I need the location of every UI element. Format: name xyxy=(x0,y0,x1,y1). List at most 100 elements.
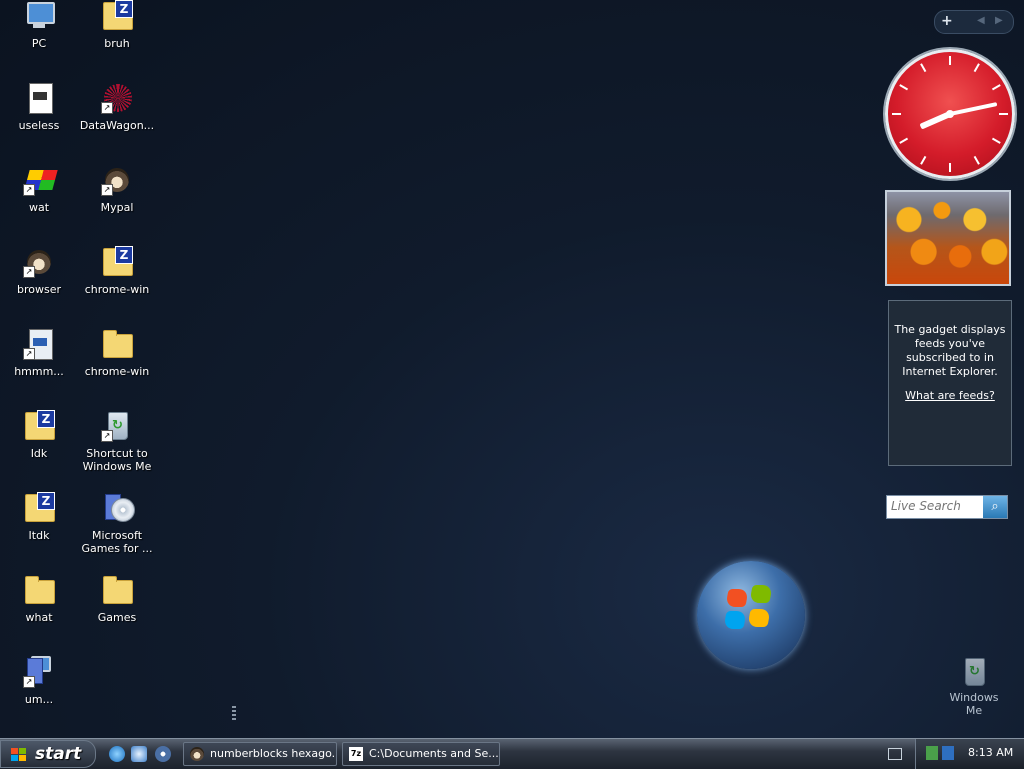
wat-icon: ↗ xyxy=(23,164,58,196)
windows-logo xyxy=(697,561,805,669)
icon-label: chrome-win xyxy=(84,365,150,378)
taskbar-item-7zip[interactable]: 7z C:\Documents and Se... xyxy=(342,742,500,766)
icon-label: useless xyxy=(18,119,60,132)
clock-tick xyxy=(892,113,901,115)
icon-label: um... xyxy=(24,693,54,706)
feeds-message: The gadget displays feeds you've subscri… xyxy=(894,323,1006,378)
clock-tick xyxy=(920,155,927,165)
icon-label: DataWagon... xyxy=(79,119,155,132)
next-gadget-button[interactable]: ▶ xyxy=(995,15,1003,26)
icon-label: Shortcut to Windows Me xyxy=(82,447,152,473)
icon-label: browser xyxy=(16,283,61,296)
desktop-icon-useless[interactable]: useless xyxy=(0,82,78,158)
live-search-input[interactable] xyxy=(889,498,985,514)
icon-label: Microsoft Games for ... xyxy=(81,529,153,555)
desktop-icon-what[interactable]: what xyxy=(0,574,78,650)
live-search-gadget: ⌕ xyxy=(886,495,1008,519)
keyboard-icon[interactable] xyxy=(888,748,902,760)
zip-folder-icon: Z xyxy=(101,0,133,32)
icon-label: chrome-win xyxy=(84,283,150,296)
document-icon xyxy=(23,82,55,114)
datawagon-icon: ↗ xyxy=(101,82,133,114)
icon-label: Windows Me xyxy=(949,691,999,717)
clock-tick xyxy=(949,56,951,65)
slideshow-gadget[interactable] xyxy=(885,190,1011,286)
taskbar: start numberblocks hexago... 7z C:\Docum… xyxy=(0,738,1024,769)
network-icon[interactable] xyxy=(926,746,938,760)
clock-minute-hand xyxy=(949,102,998,116)
what-are-feeds-link[interactable]: What are feeds? xyxy=(889,389,1011,402)
desktop-icon-datawagon[interactable]: ↗ DataWagon... xyxy=(78,82,156,158)
raccoon-browser-icon xyxy=(190,747,204,761)
email-icon[interactable] xyxy=(131,746,147,762)
internet-explorer-icon[interactable] xyxy=(109,746,125,762)
desktop-icon-mypal[interactable]: ↗ Mypal xyxy=(78,164,156,240)
icon-label: Idk xyxy=(30,447,48,460)
desktop-icon-idk[interactable]: Z Idk xyxy=(0,410,78,486)
desktop-icon-bruh[interactable]: Z bruh xyxy=(78,0,156,76)
zip-folder-icon: Z xyxy=(101,246,133,278)
desktop-icon-games[interactable]: Games xyxy=(78,574,156,650)
clock-center xyxy=(946,110,954,118)
desktop-icon-microsoft-games[interactable]: Microsoft Games for ... xyxy=(78,492,156,568)
clock-tick xyxy=(949,163,951,172)
folder-icon xyxy=(101,574,133,606)
icon-label: PC xyxy=(31,37,47,50)
program-icon: ↗ xyxy=(23,328,55,360)
add-gadget-button[interactable]: + xyxy=(941,13,953,29)
windows-flag-icon xyxy=(11,748,27,762)
recycle-bin-icon: ↗ xyxy=(101,410,133,442)
desktop-icon-itdk[interactable]: Z Itdk xyxy=(0,492,78,568)
zip-folder-icon: Z xyxy=(23,410,55,442)
desktop-icon-browser[interactable]: ↗ browser xyxy=(0,246,78,322)
clock-gadget[interactable] xyxy=(885,49,1015,179)
search-icon[interactable]: ⌕ xyxy=(983,496,1007,518)
feed-headlines-gadget: The gadget displays feeds you've subscri… xyxy=(888,300,1012,466)
clock-tick xyxy=(991,84,1001,91)
clock-tick xyxy=(973,63,980,73)
start-button[interactable]: start xyxy=(0,740,96,768)
clock-tick xyxy=(999,113,1008,115)
system-tray: 8:13 AM xyxy=(915,739,1024,769)
icon-label: what xyxy=(25,611,53,624)
games-cd-icon xyxy=(101,492,135,524)
icon-label: hmmm... xyxy=(14,365,64,378)
desktop-icon-pc[interactable]: PC xyxy=(0,0,78,76)
icon-label: Itdk xyxy=(28,529,50,542)
clock-tick xyxy=(920,63,927,73)
prev-gadget-button[interactable]: ◀ xyxy=(977,15,985,26)
drag-handle[interactable] xyxy=(232,706,236,720)
media-player-icon[interactable] xyxy=(155,746,171,762)
desktop-icon-hmmm[interactable]: ↗ hmmm... xyxy=(0,328,78,404)
desktop-icon-chrome-win-folder[interactable]: chrome-win xyxy=(78,328,156,404)
desktop[interactable]: PC useless ↗ wat ↗ browser ↗ hmmm... Z I… xyxy=(0,0,1024,738)
desktop-icon-um[interactable]: ↗ um... xyxy=(0,656,78,732)
clock-time[interactable]: 8:13 AM xyxy=(968,746,1013,759)
recycle-bin-icon xyxy=(958,656,990,688)
7zip-icon: 7z xyxy=(349,747,363,761)
tray-app-icon[interactable] xyxy=(942,746,954,760)
clock-tick xyxy=(973,155,980,165)
taskbar-item-numberblocks[interactable]: numberblocks hexago... xyxy=(183,742,337,766)
icon-label: wat xyxy=(28,201,50,214)
start-label: start xyxy=(35,744,82,764)
icon-label: Games xyxy=(97,611,137,624)
clock-tick xyxy=(899,84,909,91)
icon-label: Mypal xyxy=(100,201,134,214)
desktop-icon-shortcut-windows-me[interactable]: ↗ Shortcut to Windows Me xyxy=(78,410,156,486)
task-label: numberblocks hexago... xyxy=(210,747,337,760)
mypal-raccoon-icon: ↗ xyxy=(101,164,133,196)
task-label: C:\Documents and Se... xyxy=(369,747,499,760)
computer-icon xyxy=(23,0,55,32)
raccoon-browser-icon: ↗ xyxy=(23,246,55,278)
desktop-icon-recycle-bin[interactable]: Windows Me xyxy=(940,656,1008,717)
desktop-icon-chrome-win-zip[interactable]: Z chrome-win xyxy=(78,246,156,322)
desktop-icon-wat[interactable]: ↗ wat xyxy=(0,164,78,240)
icon-label: bruh xyxy=(104,37,130,50)
clock-tick xyxy=(991,137,1001,144)
zip-folder-icon: Z xyxy=(23,492,55,524)
clock-tick xyxy=(899,137,909,144)
folder-icon xyxy=(23,574,55,606)
installer-icon: ↗ xyxy=(23,656,55,688)
folder-icon xyxy=(101,328,133,360)
